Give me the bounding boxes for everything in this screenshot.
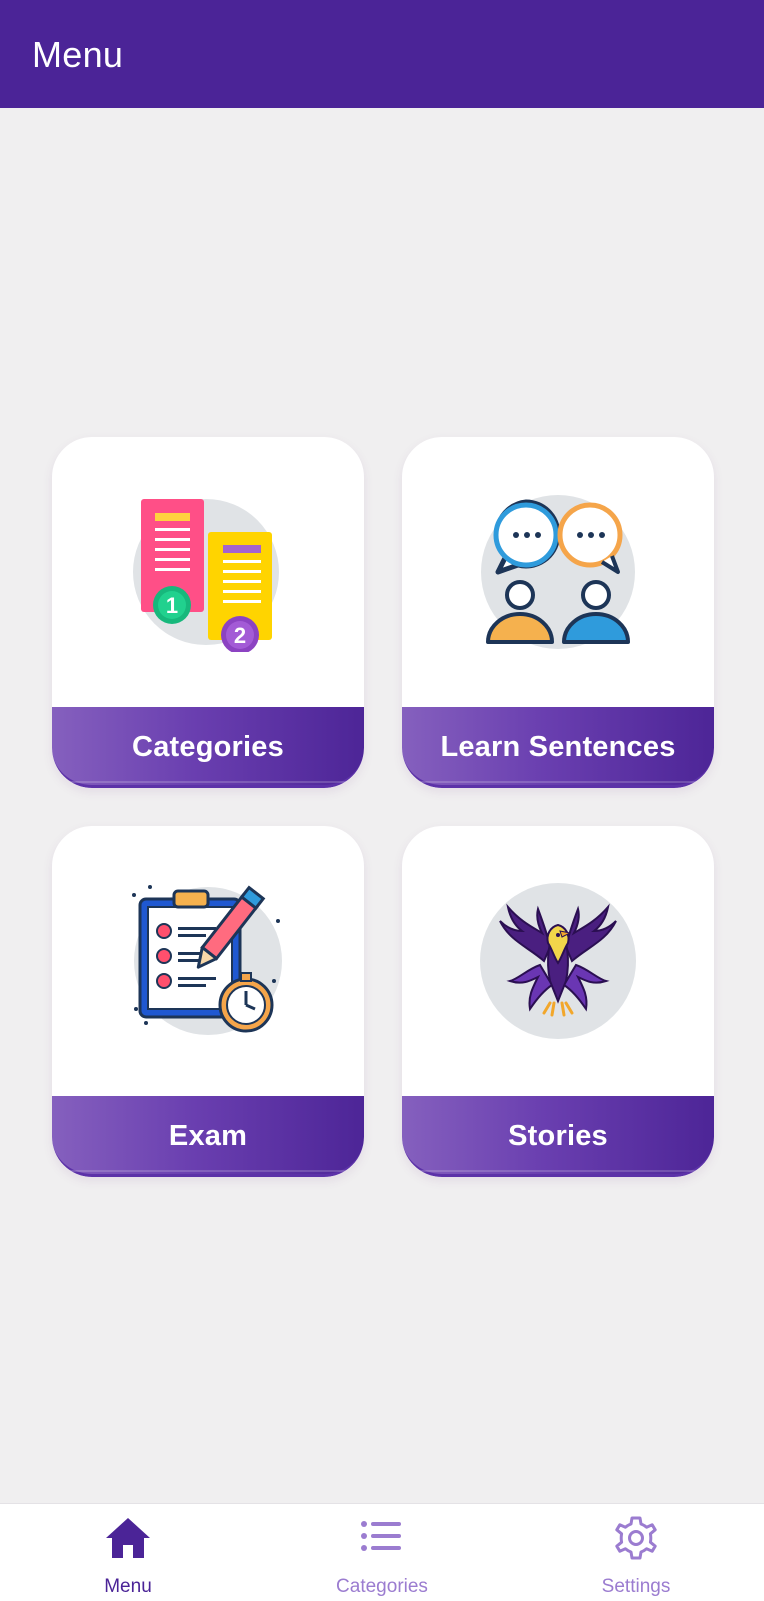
learn-sentences-card-footer[interactable]: Learn Sentences <box>402 707 714 788</box>
nav-label-menu: Menu <box>104 1576 152 1597</box>
categories-illustration: 1 2 <box>52 437 364 707</box>
home-icon <box>106 1518 150 1558</box>
exam-card[interactable]: Exam <box>52 826 364 1177</box>
nav-item-menu[interactable]: Menu <box>28 1504 228 1601</box>
app-bar: Menu <box>0 0 764 108</box>
nav-label-settings: Settings <box>601 1576 671 1597</box>
clipboard-checklist-icon <box>132 885 282 1035</box>
nav-item-settings[interactable]: Settings <box>536 1504 736 1601</box>
stories-card[interactable]: Stories <box>402 826 714 1177</box>
stories-card-footer[interactable]: Stories <box>402 1096 714 1177</box>
bottom-navigation: Menu Categories Settings <box>0 1503 764 1601</box>
svg-text:2: 2 <box>234 623 246 648</box>
stories-card-label: Stories <box>508 1120 608 1152</box>
page-title: Menu <box>32 34 124 75</box>
categories-card-footer[interactable]: Categories <box>52 707 364 788</box>
phoenix-icon <box>480 883 636 1039</box>
categories-card[interactable]: 1 2 Categories <box>52 437 364 788</box>
stories-illustration <box>402 826 714 1096</box>
categories-card-label: Categories <box>132 731 284 763</box>
exam-card-label: Exam <box>168 1120 248 1152</box>
learn-sentences-card[interactable]: Learn Sentences <box>402 437 714 788</box>
numbered-lists-icon: 1 2 <box>133 499 279 652</box>
exam-card-footer[interactable]: Exam <box>52 1096 364 1177</box>
nav-label-categories: Categories <box>336 1576 428 1597</box>
conversation-icon <box>481 495 635 649</box>
gear-icon <box>615 1516 657 1560</box>
svg-text:1: 1 <box>166 593 178 618</box>
list-icon <box>361 1521 401 1551</box>
learn-sentences-card-label: Learn Sentences <box>440 731 676 763</box>
exam-illustration <box>52 826 364 1096</box>
learn-sentences-illustration <box>402 437 714 707</box>
nav-item-categories[interactable]: Categories <box>282 1504 482 1601</box>
